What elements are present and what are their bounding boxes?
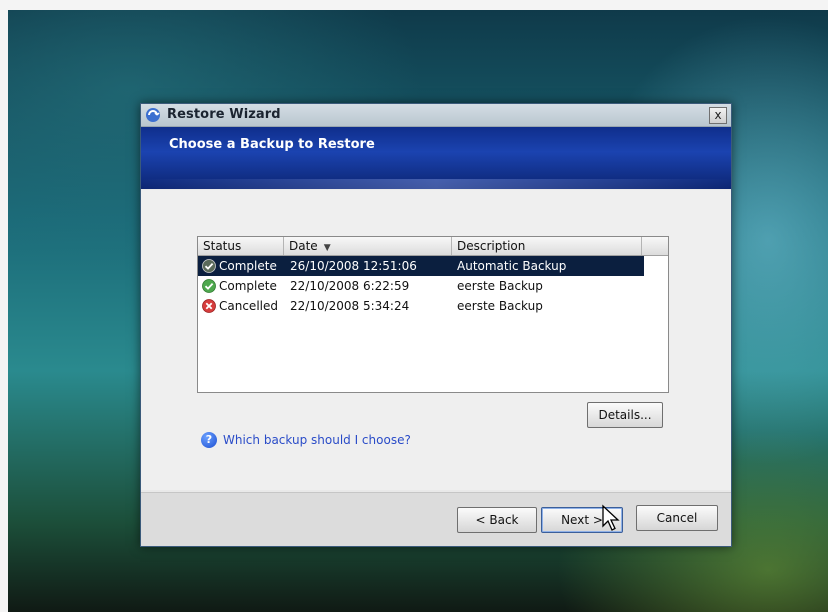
row-status: Complete (219, 279, 277, 293)
back-button[interactable]: < Back (457, 507, 537, 533)
row-date: 22/10/2008 6:22:59 (290, 279, 410, 293)
restore-wizard-icon (146, 108, 160, 122)
row-status: Cancelled (219, 299, 278, 313)
row-date: 26/10/2008 12:51:06 (290, 259, 417, 273)
row-status: Complete (219, 259, 277, 273)
column-header-blank (642, 237, 668, 255)
window-title: Restore Wizard (167, 107, 281, 122)
column-header-description[interactable]: Description (452, 237, 642, 255)
row-description: Automatic Backup (457, 259, 567, 273)
list-header: Status Date ▼ Description (198, 237, 668, 256)
column-header-status[interactable]: Status (198, 237, 284, 255)
table-row[interactable]: Cancelled 22/10/2008 5:34:24 eerste Back… (198, 296, 644, 316)
backup-list[interactable]: Status Date ▼ Description Complete 26/10/… (197, 236, 669, 393)
restore-wizard-dialog: Restore Wizard x Choose a Backup to Rest… (140, 103, 732, 547)
check-icon (202, 259, 216, 273)
cancel-button[interactable]: Cancel (636, 505, 718, 531)
header-stripe (141, 179, 731, 189)
row-description: eerste Backup (457, 299, 543, 313)
close-icon: x (714, 108, 722, 122)
details-button[interactable]: Details... (587, 402, 663, 428)
table-row[interactable]: Complete 26/10/2008 12:51:06 Automatic B… (198, 256, 644, 276)
row-description: eerste Backup (457, 279, 543, 293)
check-icon (202, 279, 216, 293)
title-bar[interactable]: Restore Wizard x (141, 104, 731, 127)
row-date: 22/10/2008 5:34:24 (290, 299, 410, 313)
table-row[interactable]: Complete 22/10/2008 6:22:59 eerste Backu… (198, 276, 644, 296)
help-link-text[interactable]: Which backup should I choose? (223, 433, 411, 447)
help-icon: ? (201, 432, 217, 448)
sort-descending-icon: ▼ (323, 243, 331, 253)
cancel-icon (202, 299, 216, 313)
mouse-pointer-icon (602, 504, 620, 531)
close-button[interactable]: x (709, 107, 727, 124)
wizard-header: Choose a Backup to Restore (141, 127, 731, 189)
page-title: Choose a Backup to Restore (169, 137, 375, 152)
column-header-date[interactable]: Date ▼ (284, 237, 452, 255)
